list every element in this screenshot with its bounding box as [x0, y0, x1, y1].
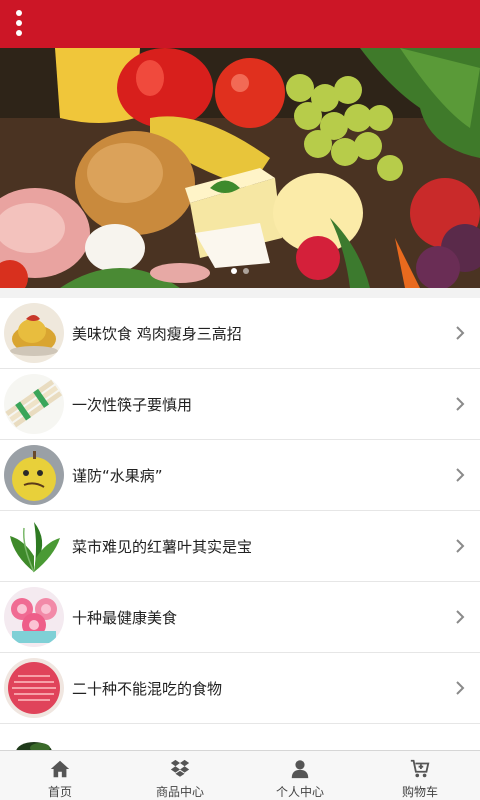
- tab-profile[interactable]: 个人中心: [240, 751, 360, 800]
- tab-label: 商品中心: [155, 785, 204, 799]
- carousel-dot[interactable]: [243, 268, 249, 274]
- chevron-right-icon: [456, 326, 465, 340]
- home-icon: [50, 760, 70, 778]
- cupcakes-thumbnail: [4, 587, 64, 647]
- chevron-right-icon: [456, 539, 465, 553]
- chopsticks-thumbnail: [4, 374, 64, 434]
- dropbox-icon: [170, 759, 190, 777]
- list-item[interactable]: 谨防“水果病”: [0, 440, 480, 511]
- tab-label: 个人中心: [275, 785, 324, 799]
- top-bar: [0, 0, 480, 48]
- tab-home[interactable]: 首页: [0, 751, 120, 800]
- carousel-dot[interactable]: [231, 268, 237, 274]
- pear-thumbnail: [4, 445, 64, 505]
- more-vertical-icon[interactable]: [10, 8, 28, 38]
- tab-products[interactable]: 商品中心: [120, 751, 240, 800]
- list-item[interactable]: [0, 724, 480, 750]
- bottom-tab-bar: 首页 商品中心 个人中心 购物车: [0, 750, 480, 800]
- chevron-right-icon: [456, 468, 465, 482]
- banner-image: [0, 48, 480, 288]
- vegetable-thumbnail: [4, 738, 64, 750]
- chicken-thumbnail: [4, 303, 64, 363]
- chevron-right-icon: [456, 397, 465, 411]
- article-title: 二十种不能混吃的食物: [72, 679, 223, 698]
- tab-label: 购物车: [401, 785, 438, 799]
- article-title: 一次性筷子要慎用: [72, 395, 193, 414]
- tab-cart[interactable]: 购物车: [360, 751, 480, 800]
- chevron-right-icon: [456, 681, 465, 695]
- carousel-dots[interactable]: [0, 268, 480, 274]
- article-title: 谨防“水果病”: [72, 466, 163, 485]
- article-title: 十种最健康美食: [72, 608, 178, 627]
- banner-carousel[interactable]: [0, 48, 480, 288]
- shrimp-thumbnail: [4, 658, 64, 718]
- list-item[interactable]: 十种最健康美食: [0, 582, 480, 653]
- user-icon: [291, 760, 309, 779]
- article-title: 菜市难见的红薯叶其实是宝: [72, 537, 253, 556]
- article-title: 美味饮食 鸡肉瘦身三高招: [72, 324, 242, 343]
- list-item[interactable]: 一次性筷子要慎用: [0, 369, 480, 440]
- list-item[interactable]: 美味饮食 鸡肉瘦身三高招: [0, 298, 480, 369]
- article-list: 美味饮食 鸡肉瘦身三高招 一次性筷子要慎用 谨防“水果病” 菜市难见的红薯叶其实…: [0, 298, 480, 750]
- cart-icon: [410, 759, 430, 778]
- list-item[interactable]: 二十种不能混吃的食物: [0, 653, 480, 724]
- tab-label: 首页: [47, 785, 72, 799]
- list-item[interactable]: 菜市难见的红薯叶其实是宝: [0, 511, 480, 582]
- leaves-thumbnail: [4, 516, 64, 576]
- chevron-right-icon: [456, 610, 465, 624]
